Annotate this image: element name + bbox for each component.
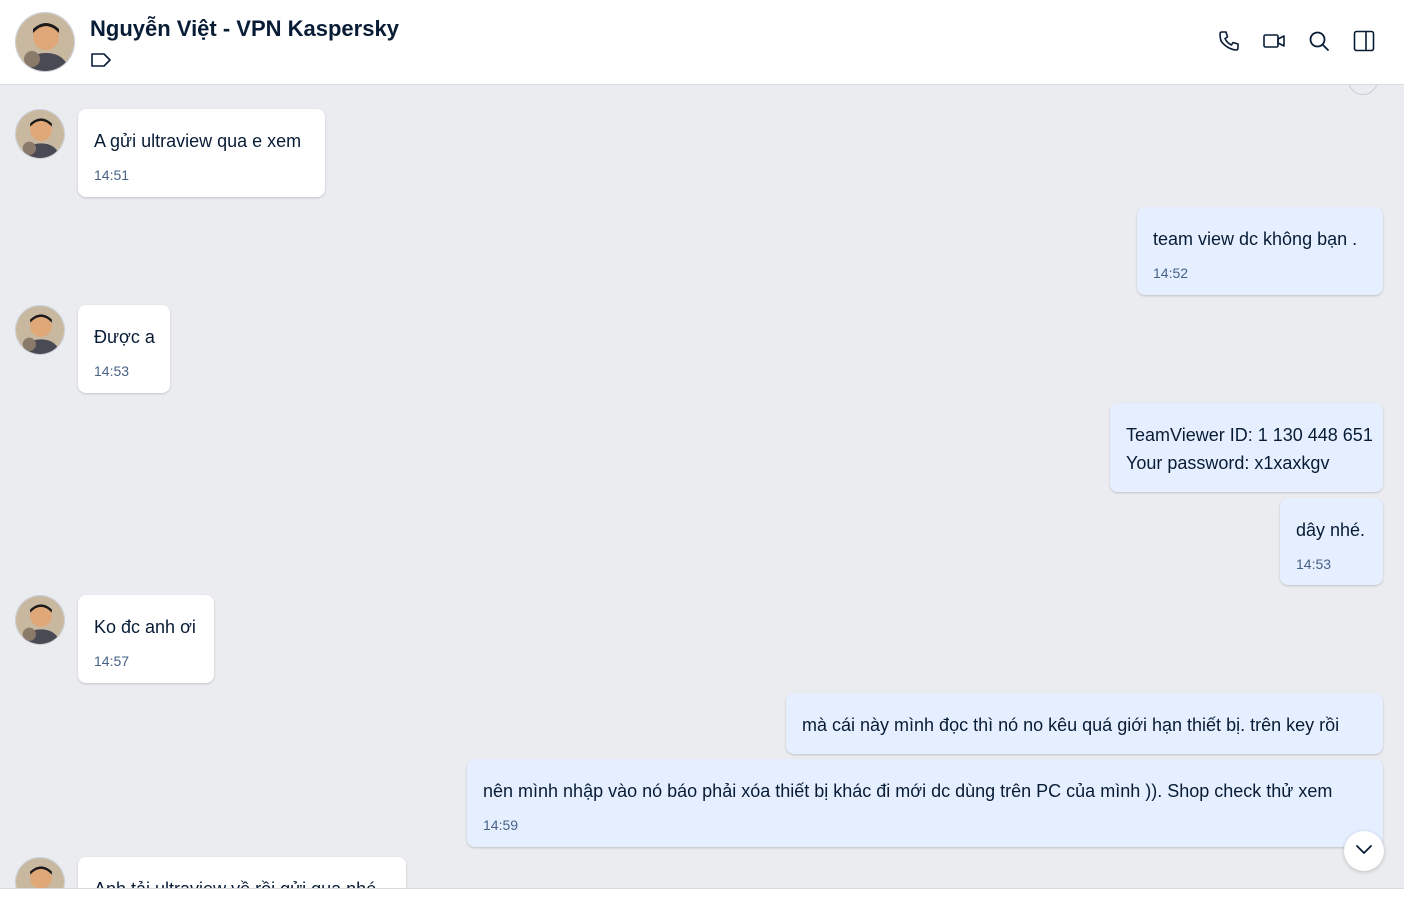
message-bubble[interactable]: Anh tải ultraview về rồi gửi qua nhé: [78, 857, 406, 888]
search-icon[interactable]: [1306, 28, 1332, 54]
message-text: A gửi ultraview qua e xem: [94, 131, 302, 151]
message-time: 14:59: [483, 817, 519, 833]
chat-header: Nguyễn Việt - VPN Kaspersky: [0, 0, 1404, 85]
message-time: 14:52: [1153, 265, 1189, 281]
message-bubble[interactable]: dây nhé. 14:53: [1280, 498, 1383, 585]
message-bubble[interactable]: Được a 14:53: [78, 305, 170, 393]
message-text: nên mình nhập vào nó báo phải xóa thiết …: [483, 781, 1333, 801]
sidebar-toggle-icon[interactable]: [1351, 28, 1377, 54]
message-text: team view dc không bạn .: [1153, 229, 1358, 249]
message-text: Anh tải ultraview về rồi gửi qua nhé: [94, 875, 390, 888]
composer-edge: [0, 888, 1404, 900]
message-text: Ko đc anh ơi: [94, 617, 196, 637]
scroll-to-bottom-button[interactable]: [1344, 831, 1384, 871]
message-text: dây nhé.: [1296, 520, 1366, 540]
chevron-down-icon: [1353, 838, 1375, 865]
message-bubble[interactable]: team view dc không bạn . 14:52: [1137, 207, 1383, 295]
tag-icon[interactable]: [90, 52, 112, 68]
message-time: 14:53: [1296, 556, 1332, 572]
phone-icon[interactable]: [1216, 28, 1242, 54]
message-bubble[interactable]: TeamViewer ID: 1 130 448 651 Your passwo…: [1110, 403, 1383, 492]
message-time: 14:51: [94, 167, 130, 183]
message-bubble[interactable]: A gửi ultraview qua e xem 14:51: [78, 109, 325, 197]
message-time: 14:57: [94, 653, 130, 669]
message-text: Được a: [94, 327, 155, 347]
message-bubble[interactable]: mà cái này mình đọc thì nó no kêu quá gi…: [786, 693, 1383, 754]
message-time: 14:53: [94, 363, 130, 379]
message-list[interactable]: A gửi ultraview qua e xem 14:51 team vie…: [0, 85, 1404, 888]
sender-avatar[interactable]: [15, 857, 65, 888]
sender-avatar[interactable]: [15, 305, 65, 355]
conversation-title: Nguyễn Việt - VPN Kaspersky: [90, 16, 399, 41]
contact-avatar[interactable]: [15, 12, 75, 72]
sender-avatar[interactable]: [15, 109, 65, 159]
seen-avatar: [1348, 85, 1378, 95]
video-icon[interactable]: [1261, 28, 1287, 54]
message-text: TeamViewer ID: 1 130 448 651: [1126, 425, 1373, 445]
message-text: mà cái này mình đọc thì nó no kêu quá gi…: [802, 715, 1340, 735]
sender-avatar[interactable]: [15, 595, 65, 645]
message-text: Your password: x1xaxkgv: [1126, 453, 1330, 473]
message-bubble[interactable]: nên mình nhập vào nó báo phải xóa thiết …: [467, 759, 1383, 847]
message-bubble[interactable]: Ko đc anh ơi 14:57: [78, 595, 214, 683]
